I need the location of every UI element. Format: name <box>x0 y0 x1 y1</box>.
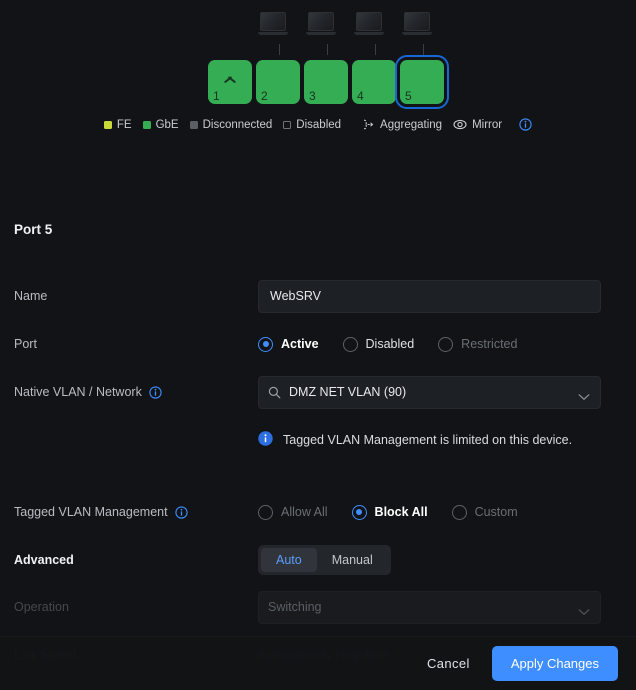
legend-label: Mirror <box>472 118 503 131</box>
port-tile-3[interactable]: 3 <box>304 60 348 104</box>
disconnected-swatch-icon <box>189 120 198 129</box>
port-link-line <box>327 44 328 55</box>
legend-item-fe: FE <box>103 118 132 131</box>
tagged-vlan-info-icon[interactable] <box>174 505 188 519</box>
radio-indicator <box>438 336 454 352</box>
port-number: 4 <box>357 89 364 103</box>
legend-label: Disconnected <box>202 118 273 131</box>
port-tile-1[interactable]: 1 <box>208 60 252 104</box>
radio-indicator <box>258 504 273 520</box>
chevron-down-icon <box>578 390 590 404</box>
row-advanced: Advanced Auto Manual <box>0 545 636 575</box>
gbe-swatch-icon <box>142 120 151 129</box>
native-vlan-info-icon[interactable] <box>149 385 162 399</box>
radio-indicator <box>258 336 273 352</box>
uplink-chevron-icon <box>223 72 238 81</box>
info-filled-icon <box>258 431 273 446</box>
port-link-line <box>279 44 280 55</box>
mirror-eye-icon <box>453 119 467 130</box>
port-tile-4[interactable]: 4 <box>352 60 396 104</box>
port-number: 1 <box>213 89 220 103</box>
port-link-line <box>423 44 424 55</box>
row-operation: Operation Switching <box>0 590 636 624</box>
radio-tagged-allow-all[interactable]: Allow All <box>258 504 328 520</box>
port-link-line <box>375 44 376 55</box>
switch-port-diagram: 1 2 3 4 5 FE GbE Disconnected Disabled A… <box>0 0 636 145</box>
row-port-state: Port Active Disabled Restricted <box>0 332 636 356</box>
port-state-label: Port <box>14 337 37 351</box>
port-configuration-panel: 1 2 3 4 5 FE GbE Disconnected Disabled A… <box>0 0 636 690</box>
legend-item-disconnected: Disconnected <box>189 118 273 131</box>
segment-auto[interactable]: Auto <box>261 548 317 572</box>
advanced-mode-toggle: Auto Manual <box>258 545 391 575</box>
connected-device-row <box>258 12 438 48</box>
native-vlan-label: Native VLAN / Network <box>0 385 258 399</box>
device-icon <box>402 12 432 38</box>
notice-text: Tagged VLAN Management is limited on thi… <box>283 433 573 447</box>
advanced-label: Advanced <box>14 553 74 567</box>
legend-item-disabled: Disabled <box>283 119 341 131</box>
tagged-vlan-radio-group: Allow All Block All Custom <box>258 504 518 520</box>
port-tile-5[interactable]: 5 <box>395 55 449 109</box>
device-icon <box>354 12 384 38</box>
radio-indicator <box>342 336 358 352</box>
radio-tagged-block-all[interactable]: Block All <box>351 504 428 520</box>
search-icon <box>268 386 281 399</box>
legend-item-aggregating: Aggregating <box>362 119 442 131</box>
radio-label: Restricted <box>461 337 518 351</box>
panel-footer: Cancel Apply Changes <box>0 636 636 690</box>
operation-value: Switching <box>268 600 322 614</box>
disabled-swatch-icon <box>283 120 292 129</box>
port-status-legend: FE GbE Disconnected Disabled Aggregating… <box>0 118 636 131</box>
radio-indicator <box>451 504 467 520</box>
native-vlan-select[interactable]: DMZ NET VLAN (90) <box>258 375 601 409</box>
chevron-down-icon <box>578 605 590 619</box>
legend-item-mirror: Mirror <box>453 119 502 131</box>
tagged-vlan-label: Tagged VLAN Management <box>0 505 258 519</box>
radio-label: Allow All <box>281 505 328 519</box>
port-tile-2[interactable]: 2 <box>256 60 300 104</box>
port-state-radio-group: Active Disabled Restricted <box>258 336 518 352</box>
row-notice: Tagged VLAN Management is limited on thi… <box>0 430 636 474</box>
page-title: Port 5 <box>14 222 53 237</box>
device-icon <box>258 12 288 38</box>
legend-item-gbe: GbE <box>142 118 179 131</box>
radio-label: Custom <box>474 505 518 519</box>
legend-label: Aggregating <box>380 118 443 131</box>
legend-info-icon[interactable] <box>519 118 532 131</box>
legend-label: FE <box>116 118 132 131</box>
aggregating-icon <box>362 119 375 130</box>
radio-port-disabled[interactable]: Disabled <box>342 336 415 352</box>
operation-label: Operation <box>14 600 69 614</box>
radio-label: Disabled <box>365 337 415 351</box>
segment-manual[interactable]: Manual <box>317 548 388 572</box>
tagged-vlan-notice: Tagged VLAN Management is limited on thi… <box>258 430 601 450</box>
row-name: Name <box>0 279 636 313</box>
device-icon <box>306 12 336 38</box>
name-input[interactable] <box>258 279 601 313</box>
port-number: 3 <box>309 89 316 103</box>
row-native-vlan: Native VLAN / Network DMZ NET VLAN (90) <box>0 375 636 409</box>
radio-tagged-custom[interactable]: Custom <box>451 504 518 520</box>
row-tagged-vlan: Tagged VLAN Management Allow All Block A… <box>0 500 636 524</box>
apply-changes-button[interactable]: Apply Changes <box>491 646 618 681</box>
port-number: 5 <box>405 89 412 103</box>
fe-swatch-icon <box>103 120 112 129</box>
radio-port-restricted[interactable]: Restricted <box>438 336 518 352</box>
cancel-button[interactable]: Cancel <box>413 647 484 680</box>
port-number: 2 <box>261 89 268 103</box>
native-vlan-value: DMZ NET VLAN (90) <box>289 385 407 399</box>
operation-select[interactable]: Switching <box>258 590 601 624</box>
radio-port-active[interactable]: Active <box>258 336 319 352</box>
legend-label: Disabled <box>296 118 342 131</box>
radio-label: Active <box>281 337 319 351</box>
legend-label: GbE <box>155 118 179 131</box>
name-label: Name <box>14 289 48 303</box>
radio-label: Block All <box>374 505 428 519</box>
radio-indicator <box>351 504 367 520</box>
